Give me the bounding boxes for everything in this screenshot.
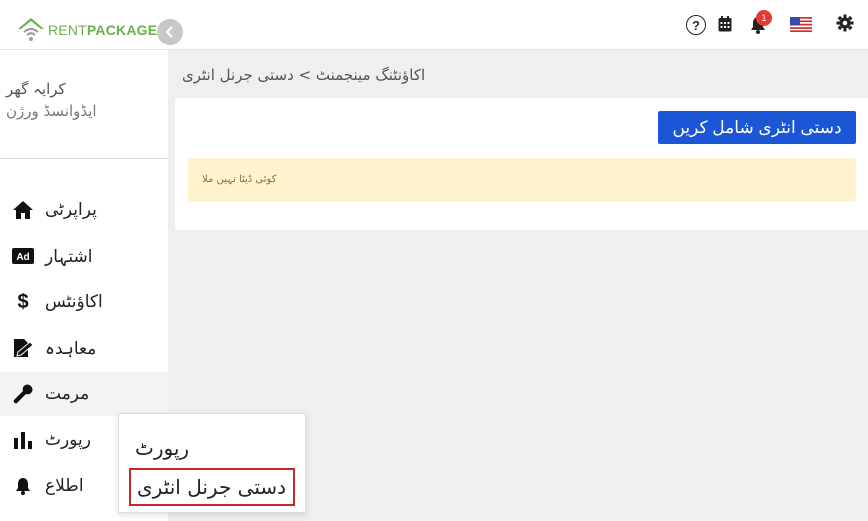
brand-package: PACKAGE xyxy=(86,22,158,38)
sidebar-item-accounts[interactable]: $ اکاؤنٹس xyxy=(0,280,168,324)
ad-icon: Ad xyxy=(12,245,34,267)
breadcrumb: اکاؤنٹنگ مینجمنٹ > دستی جرنل انٹری xyxy=(182,66,426,84)
add-manual-entry-button[interactable]: دستی انٹری شامل کریں xyxy=(658,111,856,144)
brand-rent: RENT xyxy=(48,22,87,38)
submenu-item-report[interactable]: رپورٹ xyxy=(135,436,189,460)
sidebar-item-maintenance[interactable]: مرمت xyxy=(0,372,168,416)
svg-text:Ad: Ad xyxy=(16,252,29,263)
user-plan: ایڈوانسڈ ورژن xyxy=(6,102,97,120)
brand-logo[interactable]: RENT PACKAGE xyxy=(16,16,157,44)
sidebar-collapse-button[interactable] xyxy=(157,19,183,45)
sidebar-item-label: پراپرٹی xyxy=(45,200,97,220)
sidebar-item-label: معاہدہ xyxy=(45,338,97,359)
empty-state-alert: کوئی ڈیٹا نہیں ملا xyxy=(188,158,856,202)
house-wifi-logo-icon xyxy=(18,18,44,41)
chevron-left-icon xyxy=(165,26,173,38)
user-info: کرایہ گھر ایڈوانسڈ ورژن xyxy=(0,64,168,160)
sidebar-item-property[interactable]: پراپرٹی xyxy=(0,188,168,232)
calendar-icon[interactable] xyxy=(718,16,732,38)
sidebar-item-label: مرمت xyxy=(45,384,90,404)
user-name: کرایہ گھر xyxy=(6,80,66,98)
sidebar-item-contract[interactable]: معاہدہ xyxy=(0,326,168,370)
us-flag-icon[interactable] xyxy=(790,17,812,39)
wrench-icon xyxy=(12,383,34,405)
sidebar-item-label: اشتہار xyxy=(45,246,93,267)
notification-count-badge: 1 xyxy=(756,10,772,26)
sidebar-item-label: اطلاع xyxy=(45,476,84,496)
gear-icon[interactable] xyxy=(836,14,854,36)
home-icon xyxy=(12,199,34,221)
reports-submenu: رپورٹ دستی جرنل انٹری xyxy=(118,413,306,513)
help-icon[interactable]: ? xyxy=(686,15,706,35)
top-bar: RENT PACKAGE ? 1 xyxy=(0,0,868,50)
contract-icon xyxy=(12,337,34,359)
bar-chart-icon xyxy=(12,429,34,451)
bell-icon xyxy=(12,475,34,497)
sidebar-divider xyxy=(0,158,168,159)
sidebar-item-label: اکاؤنٹس xyxy=(45,292,103,312)
submenu-item-manual-journal-entry[interactable]: دستی جرنل انٹری xyxy=(129,468,295,506)
sidebar-item-ads[interactable]: Ad اشتہار xyxy=(0,234,168,278)
dollar-icon: $ xyxy=(17,290,29,313)
empty-state-message: کوئی ڈیٹا نہیں ملا xyxy=(202,174,277,185)
sidebar-item-label: رپورٹ xyxy=(45,430,91,450)
